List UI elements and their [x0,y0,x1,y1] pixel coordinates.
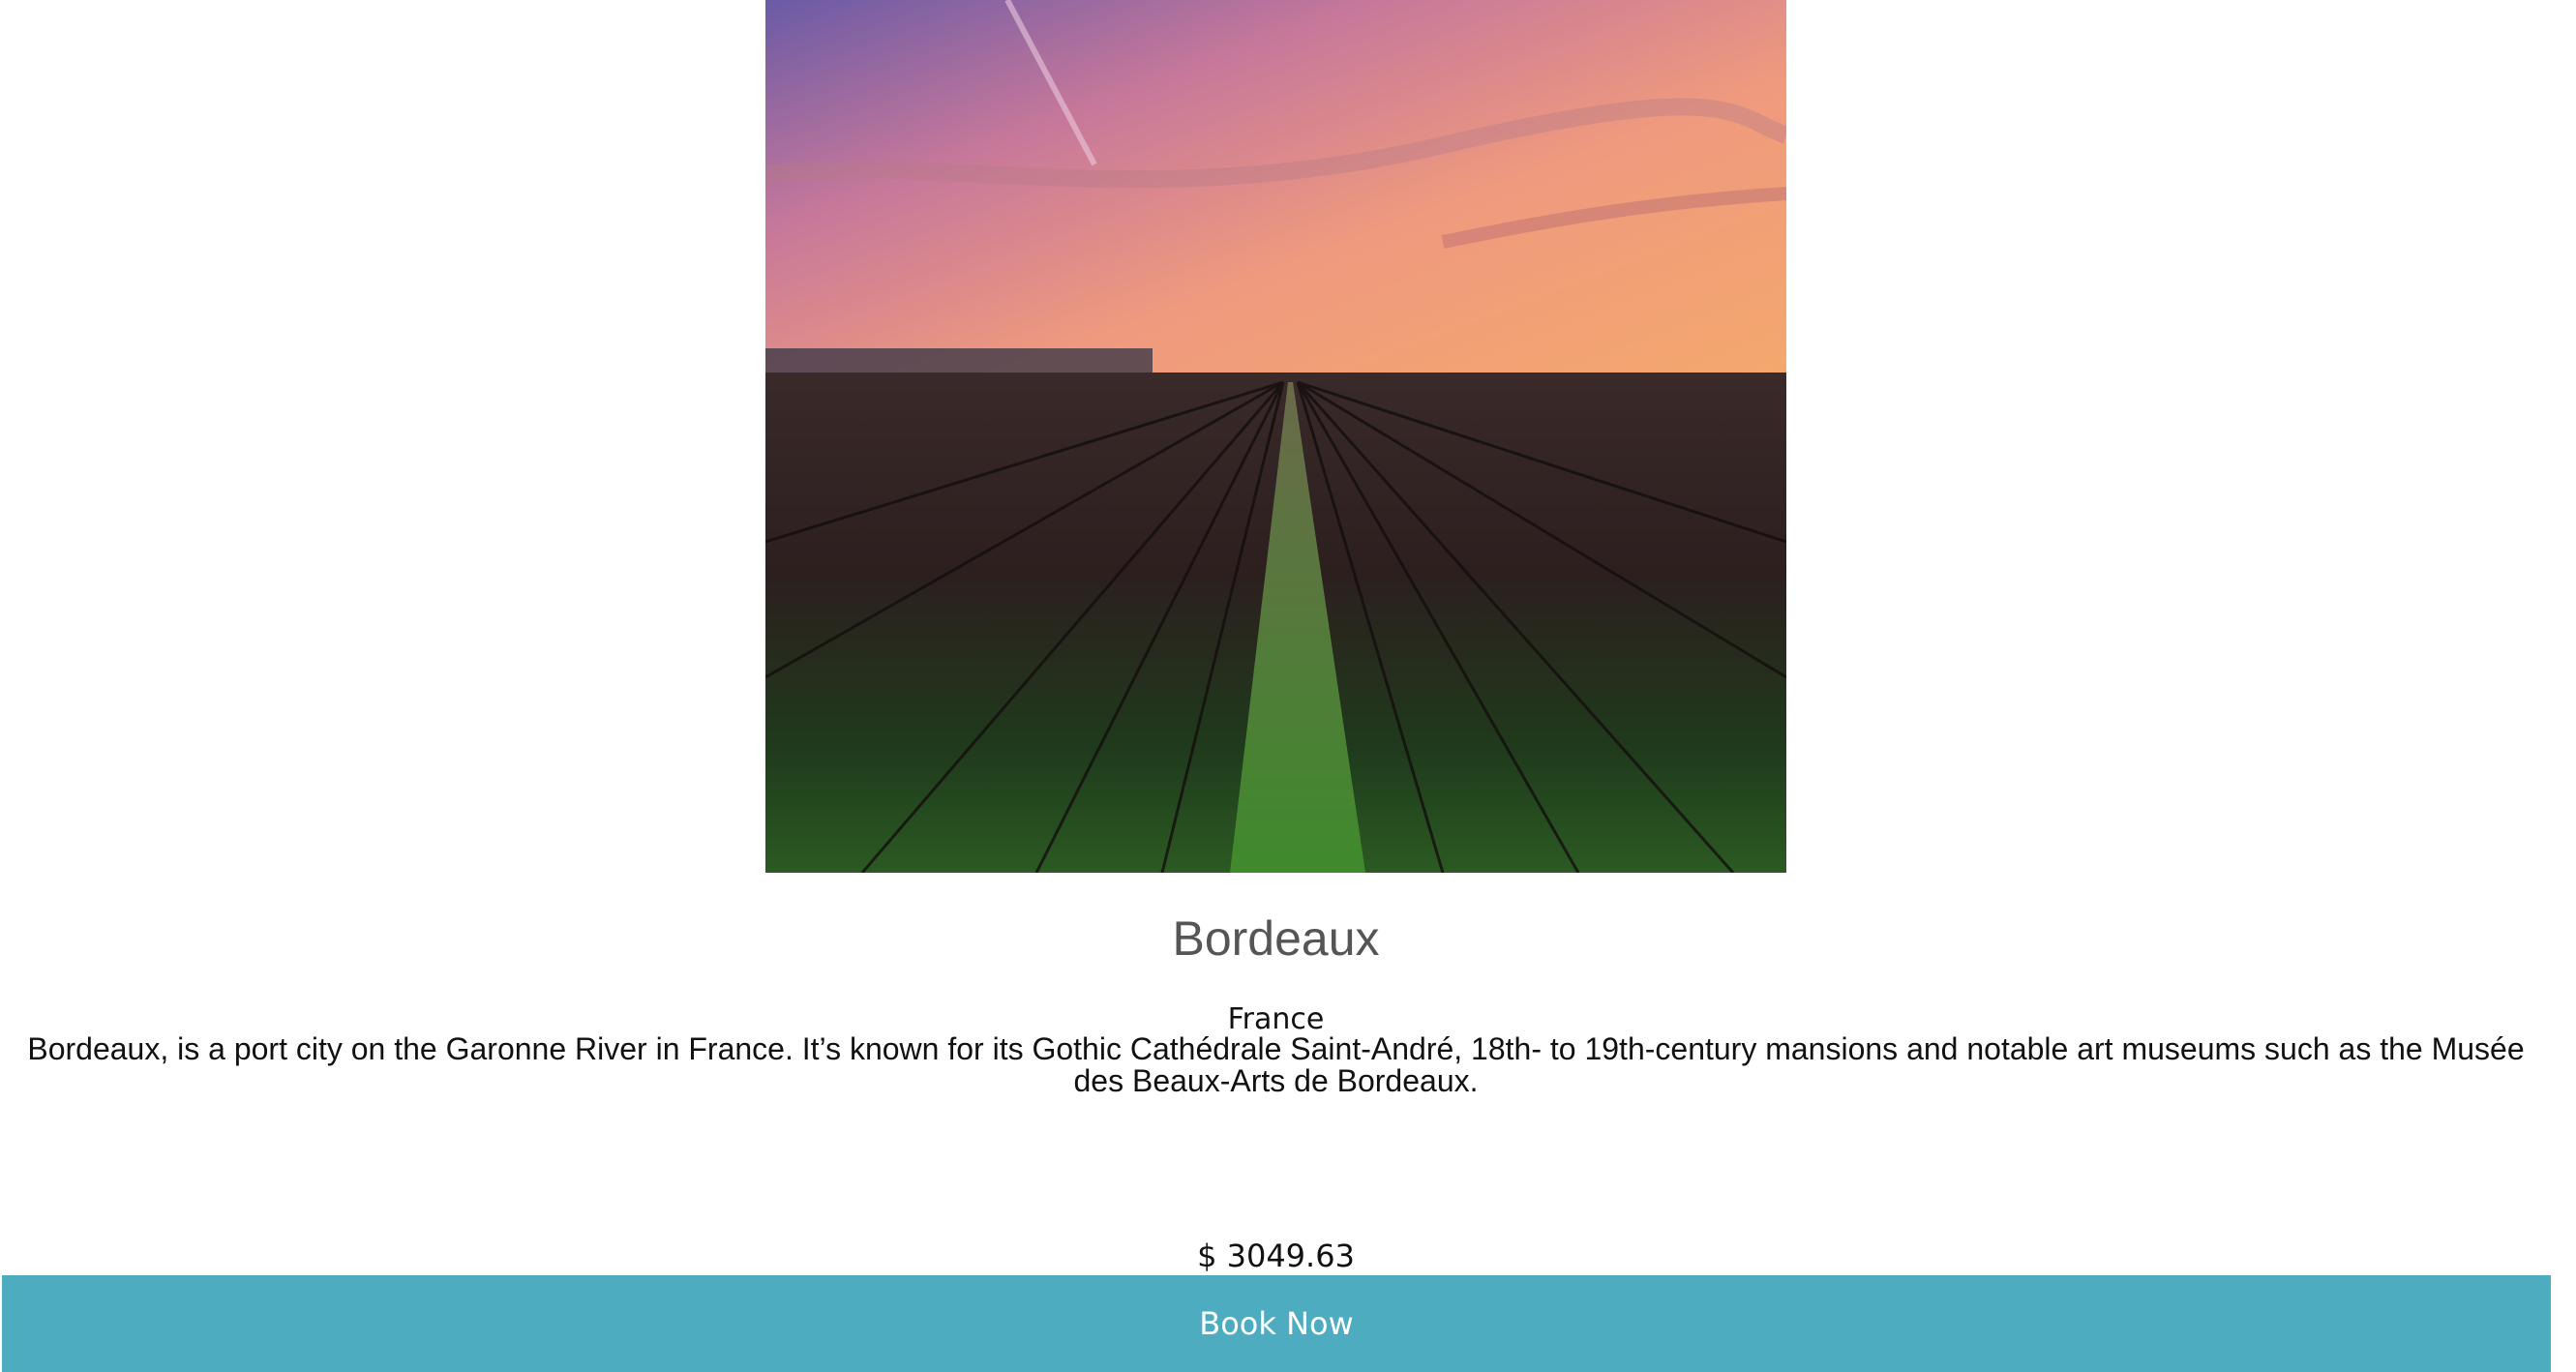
destination-card: Bordeaux France Bordeaux, is a port city… [0,0,2552,1372]
destination-description: Bordeaux, is a port city on the Garonne … [27,1031,2525,1098]
destination-title: Bordeaux [1172,911,1380,966]
book-now-button[interactable]: Book Now [2,1275,2551,1372]
destination-photo [765,0,1786,873]
destination-price: $ 3049.63 [1197,1238,1355,1274]
